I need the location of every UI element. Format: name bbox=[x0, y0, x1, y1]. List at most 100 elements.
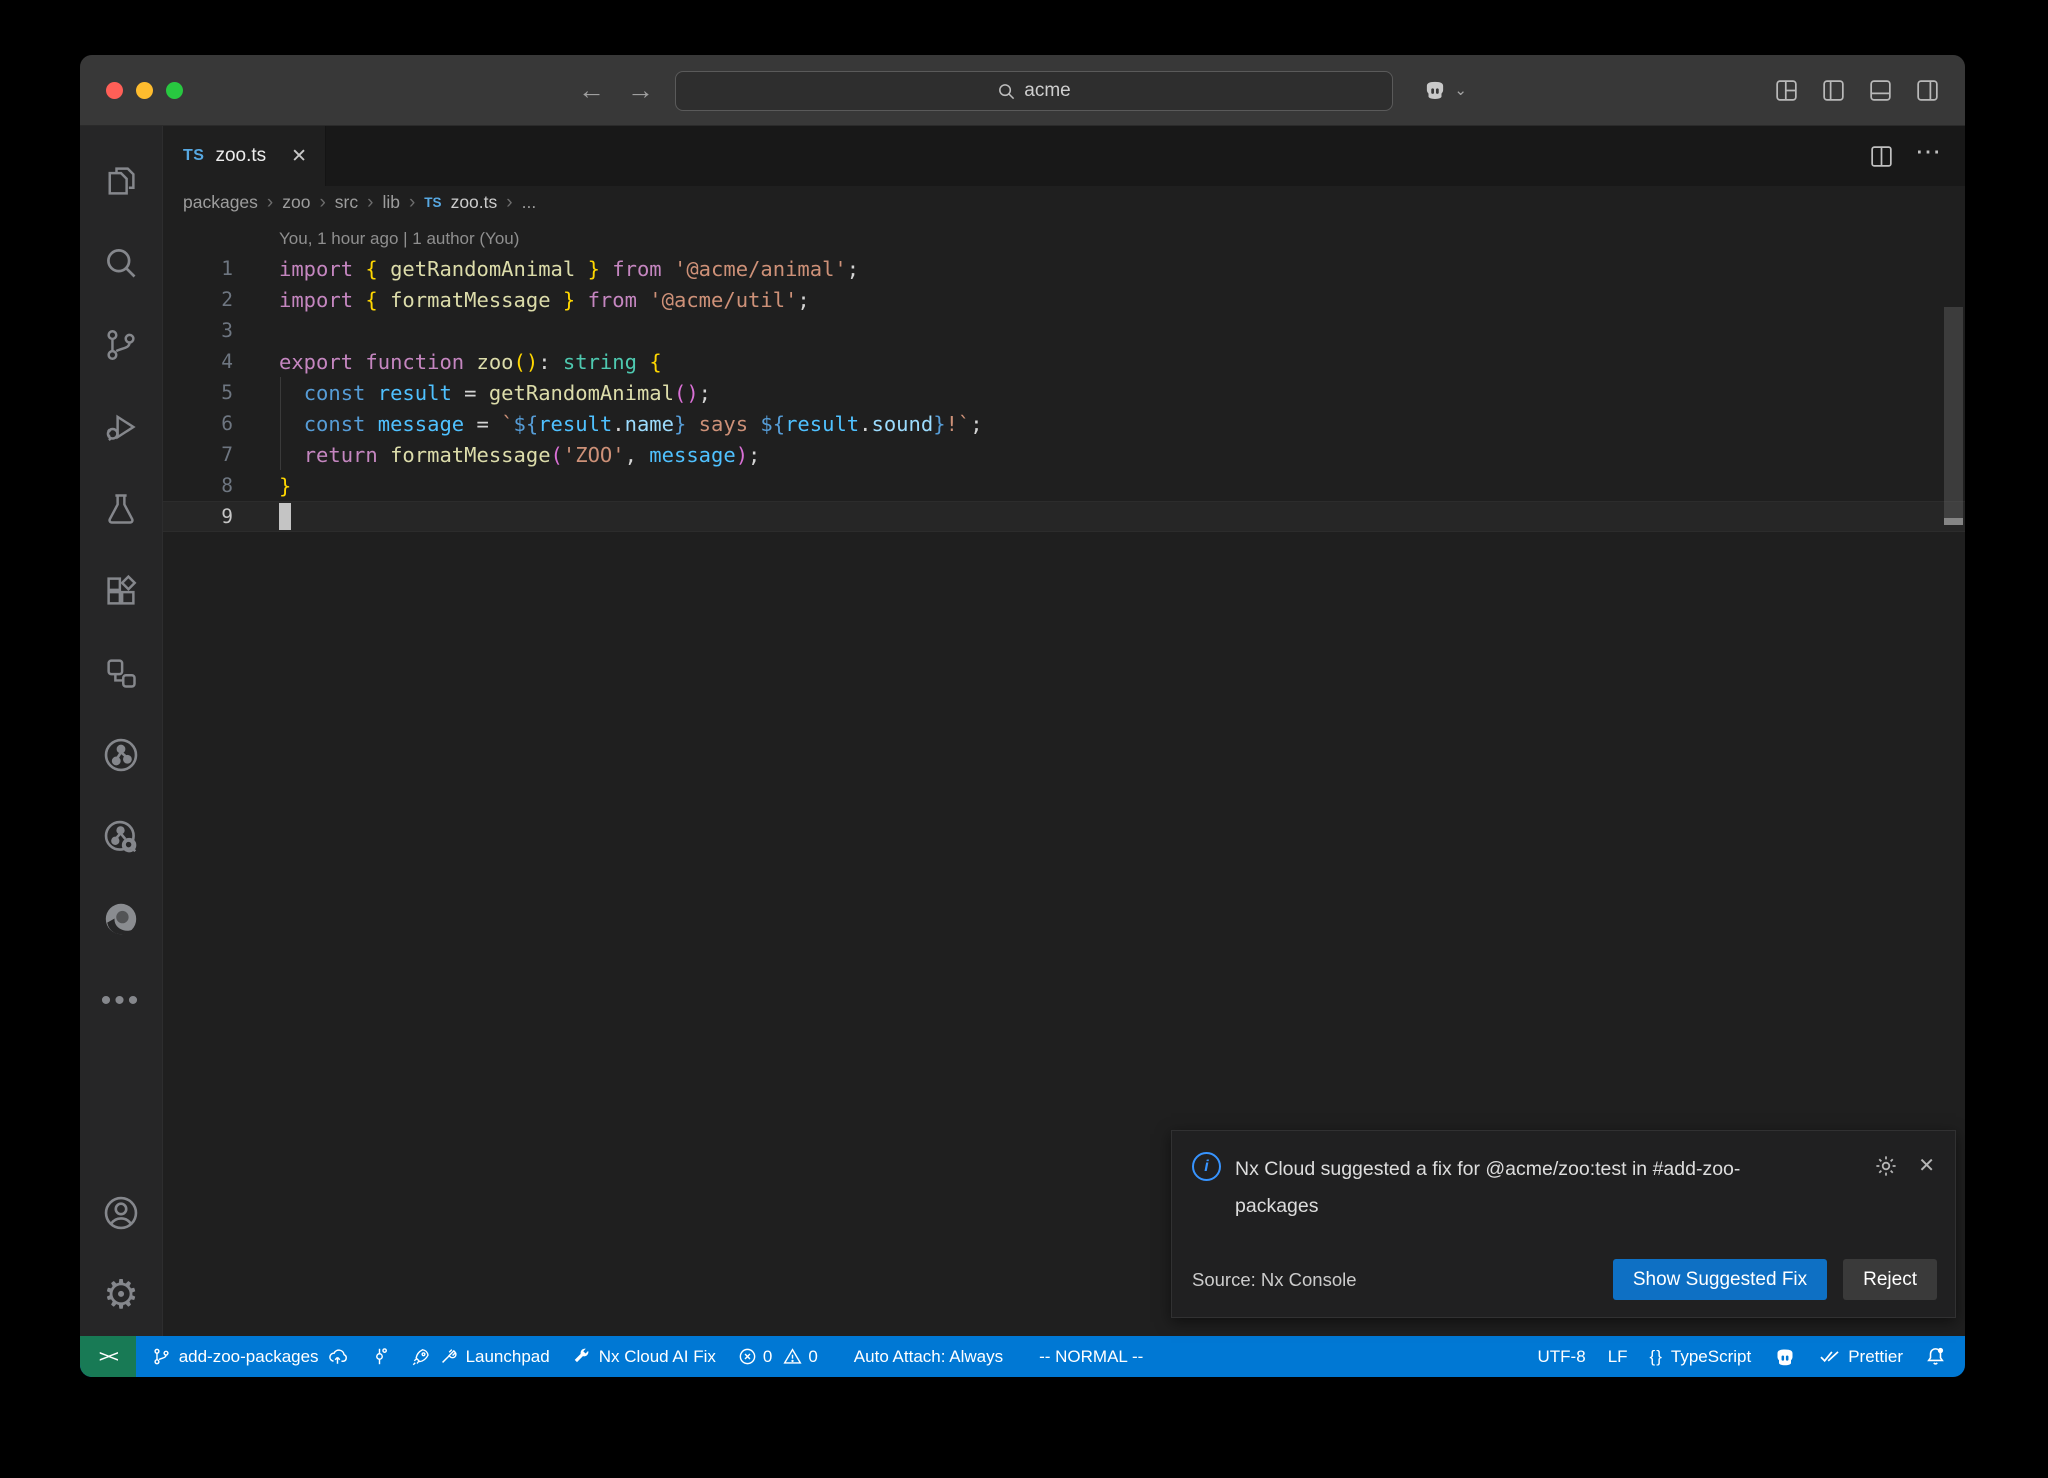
nx-cloud-icon bbox=[102, 818, 140, 856]
error-count: 0 bbox=[763, 1347, 772, 1367]
code-text: const message = `${result.name} says ${r… bbox=[279, 412, 983, 436]
notification-close-icon[interactable]: ✕ bbox=[1918, 1153, 1935, 1178]
vim-mode-item[interactable]: -- NORMAL -- bbox=[1028, 1336, 1154, 1377]
code-line[interactable]: 4export function zoo(): string { bbox=[163, 346, 1965, 377]
branch-name: add-zoo-packages bbox=[179, 1347, 319, 1367]
copilot-icon bbox=[1773, 1345, 1797, 1369]
activity-more[interactable]: ••• bbox=[80, 960, 162, 1042]
commit-graph-item[interactable] bbox=[359, 1336, 400, 1377]
tab-zoo-ts[interactable]: TS zoo.ts ✕ bbox=[163, 126, 326, 186]
git-branch-icon bbox=[152, 1347, 171, 1366]
typescript-file-icon: TS bbox=[424, 195, 441, 210]
activity-testing[interactable] bbox=[80, 468, 162, 550]
breadcrumb-item[interactable]: packages bbox=[183, 192, 258, 213]
zoom-button[interactable] bbox=[166, 82, 183, 99]
search-icon bbox=[997, 82, 1016, 101]
activity-project-view[interactable] bbox=[80, 632, 162, 714]
indent-guide bbox=[280, 377, 281, 470]
chevron-down-icon[interactable]: ⌄ bbox=[1454, 81, 1467, 99]
activity-explorer[interactable] bbox=[80, 140, 162, 222]
breadcrumb: packages› zoo› src› lib› TS zoo.ts› ... bbox=[163, 186, 1965, 219]
minimize-button[interactable] bbox=[136, 82, 153, 99]
source-control-icon bbox=[103, 327, 139, 363]
back-button[interactable]: ← bbox=[578, 75, 605, 106]
search-value: acme bbox=[1024, 80, 1070, 102]
warning-count: 0 bbox=[808, 1347, 817, 1367]
activity-nx-cloud[interactable] bbox=[80, 796, 162, 878]
editor-actions-more-icon[interactable]: ⋯ bbox=[1915, 151, 1943, 161]
forward-button[interactable]: → bbox=[627, 75, 654, 106]
code-line[interactable]: 6 const message = `${result.name} says $… bbox=[163, 408, 1965, 439]
code-line[interactable]: 9 bbox=[163, 501, 1965, 532]
commit-graph-icon bbox=[370, 1347, 389, 1366]
code-line[interactable]: 2import { formatMessage } from '@acme/ut… bbox=[163, 284, 1965, 315]
warning-icon bbox=[783, 1347, 802, 1366]
typescript-file-icon: TS bbox=[183, 147, 204, 165]
notification-settings-gear-icon[interactable] bbox=[1874, 1153, 1898, 1178]
line-number: 9 bbox=[163, 505, 279, 528]
git-branch-item[interactable]: add-zoo-packages bbox=[136, 1336, 359, 1377]
toggle-secondary-sidebar-icon[interactable] bbox=[1916, 79, 1939, 102]
breadcrumb-item[interactable]: lib bbox=[382, 192, 400, 213]
prettier-item[interactable]: Prettier bbox=[1808, 1336, 1914, 1377]
activity-account[interactable] bbox=[80, 1172, 162, 1254]
breadcrumb-item[interactable]: zoo bbox=[282, 192, 310, 213]
encoding-item[interactable]: UTF-8 bbox=[1527, 1336, 1597, 1377]
rocket-icon bbox=[411, 1347, 431, 1367]
split-editor-icon[interactable] bbox=[1870, 145, 1893, 168]
auto-attach-item[interactable]: Auto Attach: Always bbox=[843, 1336, 1014, 1377]
prettier-label: Prettier bbox=[1848, 1347, 1903, 1367]
activity-edge-browser[interactable] bbox=[80, 878, 162, 960]
code-text: import { getRandomAnimal } from '@acme/a… bbox=[279, 257, 859, 281]
activity-extensions[interactable] bbox=[80, 550, 162, 632]
breadcrumb-file[interactable]: zoo.ts bbox=[451, 192, 498, 213]
activity-nx-console[interactable] bbox=[80, 714, 162, 796]
toggle-primary-sidebar-icon[interactable] bbox=[1822, 79, 1845, 102]
breadcrumb-symbol[interactable]: ... bbox=[522, 192, 537, 213]
problems-item[interactable]: 0 0 bbox=[727, 1336, 829, 1377]
tab-label: zoo.ts bbox=[215, 145, 266, 167]
cursor-block bbox=[279, 503, 291, 530]
nx-cloud-ai-fix-item[interactable]: Nx Cloud AI Fix bbox=[561, 1336, 727, 1377]
toggle-panel-icon[interactable] bbox=[1869, 79, 1892, 102]
nx-fix-label: Nx Cloud AI Fix bbox=[599, 1347, 716, 1367]
activity-run-debug[interactable] bbox=[80, 386, 162, 468]
line-number: 8 bbox=[163, 474, 279, 497]
cloud-upload-icon bbox=[327, 1346, 348, 1367]
files-icon bbox=[103, 163, 139, 199]
code-line[interactable]: 7 return formatMessage('ZOO', message); bbox=[163, 439, 1965, 470]
activity-source-control[interactable] bbox=[80, 304, 162, 386]
copilot-status-item[interactable] bbox=[1762, 1336, 1808, 1377]
notification-message: Nx Cloud suggested a fix for @acme/zoo:t… bbox=[1235, 1151, 1805, 1225]
reject-button[interactable]: Reject bbox=[1843, 1259, 1937, 1300]
tab-close-icon[interactable]: ✕ bbox=[291, 145, 307, 168]
extensions-icon bbox=[103, 573, 139, 609]
language-label: TypeScript bbox=[1671, 1347, 1751, 1367]
code-line[interactable]: 3 bbox=[163, 315, 1965, 346]
code-line[interactable]: 8} bbox=[163, 470, 1965, 501]
settings-gear-icon: ⚙ bbox=[103, 1275, 139, 1315]
activity-search[interactable] bbox=[80, 222, 162, 304]
show-suggested-fix-button[interactable]: Show Suggested Fix bbox=[1613, 1259, 1827, 1300]
line-number: 2 bbox=[163, 288, 279, 311]
search-icon bbox=[103, 245, 139, 281]
language-mode-item[interactable]: {} TypeScript bbox=[1639, 1336, 1763, 1377]
eol-item[interactable]: LF bbox=[1597, 1336, 1639, 1377]
customize-layout-icon[interactable] bbox=[1775, 79, 1798, 102]
activity-settings[interactable]: ⚙ bbox=[80, 1254, 162, 1336]
chevron-right-icon: › bbox=[267, 192, 273, 214]
more-icon: ••• bbox=[101, 984, 142, 1018]
code-line[interactable]: 1import { getRandomAnimal } from '@acme/… bbox=[163, 253, 1965, 284]
editor-scrollbar[interactable] bbox=[1944, 307, 1963, 525]
copilot-icon[interactable] bbox=[1422, 77, 1448, 103]
breadcrumb-item[interactable]: src bbox=[335, 192, 358, 213]
account-icon bbox=[102, 1194, 140, 1232]
tab-bar: TS zoo.ts ✕ ⋯ bbox=[163, 126, 1965, 186]
code-line[interactable]: 5 const result = getRandomAnimal(); bbox=[163, 377, 1965, 408]
launchpad-item[interactable]: Launchpad bbox=[400, 1336, 561, 1377]
chevron-right-icon: › bbox=[319, 192, 325, 214]
notifications-bell-item[interactable] bbox=[1914, 1336, 1957, 1377]
command-center-search[interactable]: acme bbox=[675, 71, 1393, 111]
close-button[interactable] bbox=[106, 82, 123, 99]
remote-indicator[interactable]: >< bbox=[80, 1336, 136, 1377]
